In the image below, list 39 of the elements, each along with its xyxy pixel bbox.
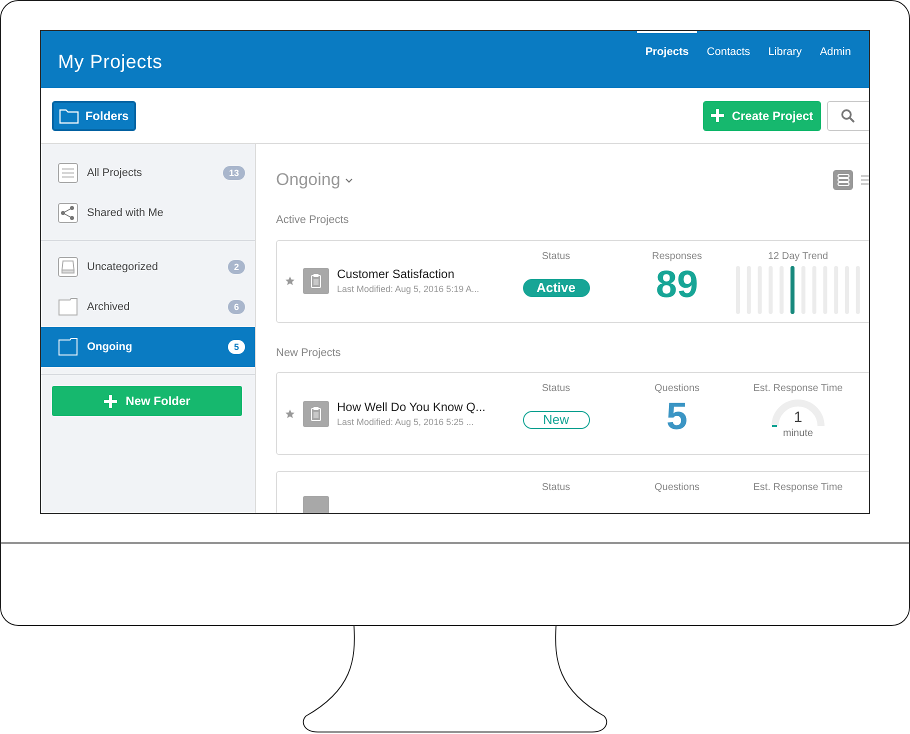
metric-value: 5 (666, 398, 688, 436)
metric-value: 89 (656, 266, 698, 304)
section-heading: Active Projects (276, 213, 350, 228)
count-badge: 2 (228, 260, 245, 274)
nav-tab[interactable]: Contacts (698, 31, 758, 60)
time-value: 1 (794, 410, 802, 426)
column-label: Status (542, 250, 570, 264)
column-label: Status (542, 382, 570, 396)
count-badge: 13 (222, 166, 245, 180)
count-badge: 5 (228, 340, 245, 354)
column-label: Questions (654, 382, 700, 396)
column-label: Questions (654, 481, 700, 495)
nav-tab[interactable]: Library (760, 31, 810, 60)
new-folder-button[interactable]: New Folder (52, 386, 242, 416)
column-label: Status (542, 481, 570, 495)
count-badge: 6 (228, 300, 245, 314)
column-label: Responses (652, 250, 702, 264)
project-title[interactable]: How Well Do You Know Q... (337, 398, 486, 416)
sidebar-item[interactable]: All Projects 13 (41, 153, 255, 193)
sidebar-item[interactable]: Ongoing 5 (41, 327, 255, 367)
column-label: 12 Day Trend (768, 250, 828, 264)
time-unit: minute (782, 427, 813, 441)
sidebar-item[interactable]: Shared with Me (41, 193, 255, 233)
nav-tab[interactable]: Admin (812, 31, 859, 60)
column-label: Est. Response Time (753, 481, 843, 495)
status-badge: New (522, 411, 590, 429)
column-label: Est. Response Time (753, 382, 843, 396)
folder-dropdown[interactable]: Ongoing (276, 167, 354, 193)
status-badge: Active (522, 278, 590, 296)
create-project-button[interactable]: Create Project (703, 100, 821, 130)
last-modified: Last Modified: Aug 5, 2016 5:19 A... (337, 283, 480, 296)
section-heading: New Projects (276, 346, 342, 360)
sidebar-item[interactable]: Uncategorized 2 (41, 247, 255, 287)
nav-tab[interactable]: Projects (637, 31, 697, 60)
project-title[interactable]: Customer Satisfaction (337, 265, 480, 284)
sidebar-item[interactable]: Archived 6 (41, 287, 255, 327)
page-title: My Projects (58, 51, 162, 75)
last-modified: Last Modified: Aug 5, 2016 5:25 ... (337, 416, 475, 429)
folders-button[interactable]: Folders (52, 100, 136, 130)
